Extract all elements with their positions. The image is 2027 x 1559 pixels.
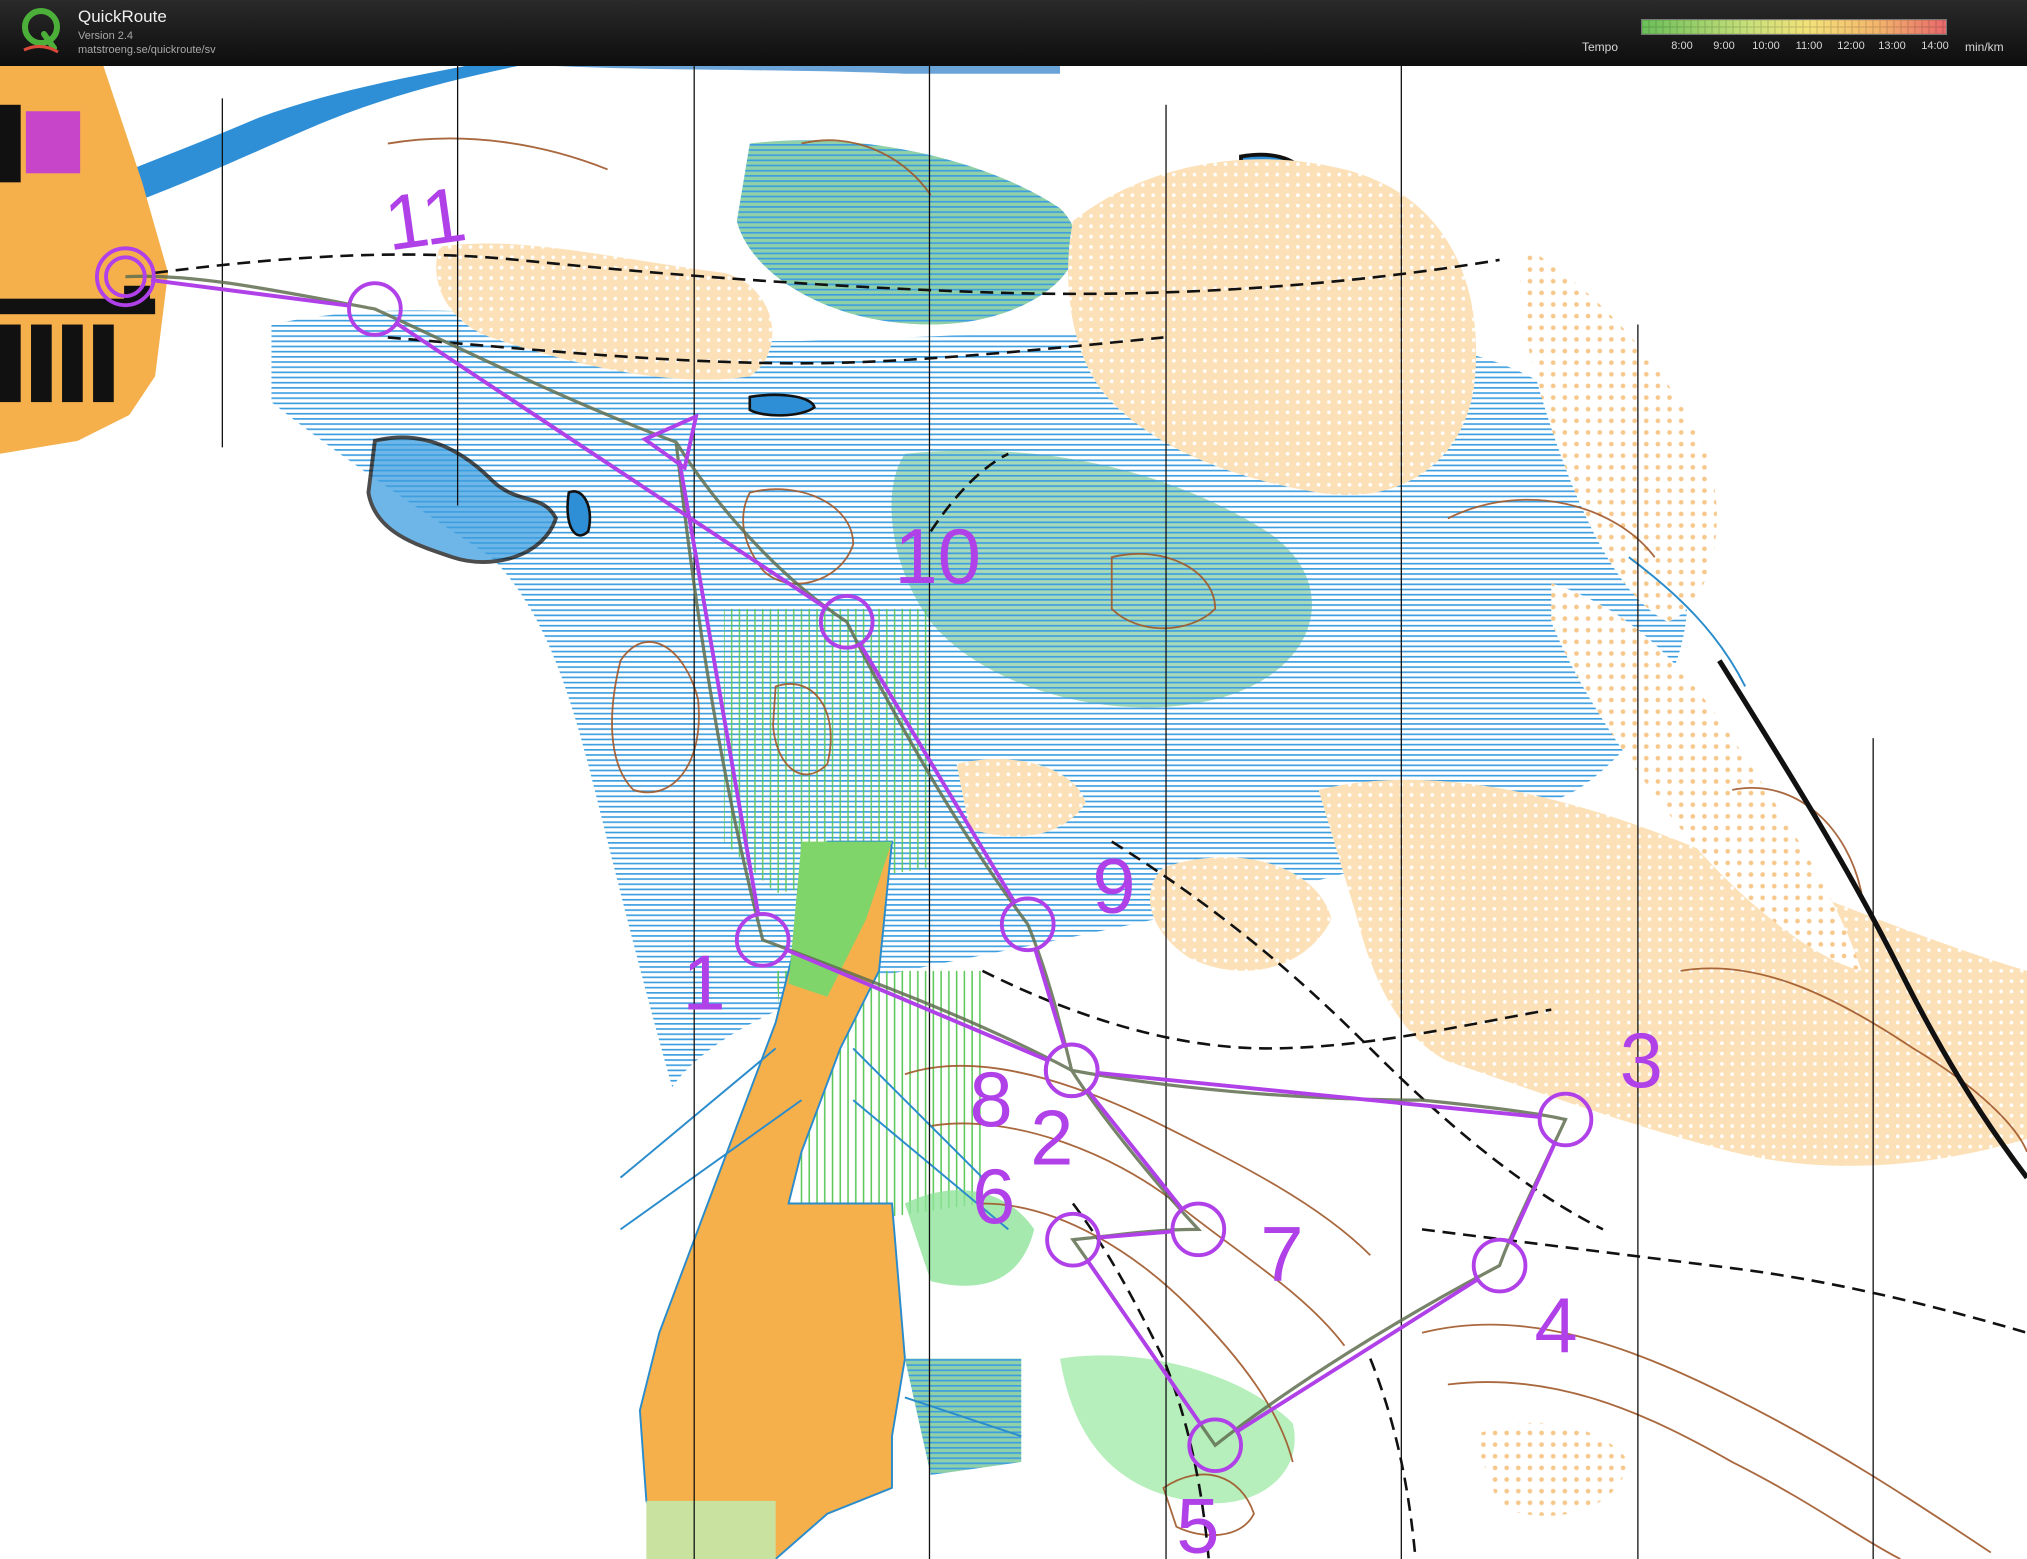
control-number-6: 6 (972, 1154, 1015, 1240)
control-number-4: 4 (1534, 1283, 1577, 1369)
app-version: Version 2.4 (78, 30, 134, 42)
pond (748, 393, 816, 417)
app-url: matstroeng.se/quickroute/sv (78, 44, 216, 56)
control-number-9: 9 (1092, 844, 1135, 930)
tempo-tick: 9:00 (1713, 40, 1735, 52)
restricted-area (25, 111, 81, 174)
tempo-tick: 10:00 (1752, 40, 1780, 52)
control-number-5: 5 (1176, 1484, 1219, 1559)
tempo-tick: 12:00 (1837, 40, 1865, 52)
tempo-tick: 14:00 (1921, 40, 1949, 52)
tempo-color-scale (1641, 19, 1947, 35)
control-number-8: 8 (970, 1057, 1013, 1143)
quickroute-logo-icon (22, 8, 60, 54)
control-number-11: 11 (380, 171, 472, 267)
app-name: QuickRoute (78, 7, 167, 26)
title-bar: QuickRoute Version 2.4 matstroeng.se/qui… (0, 0, 2027, 66)
tempo-unit: min/km (1965, 40, 2004, 54)
urban-green (646, 1500, 776, 1559)
control-number-1: 1 (683, 941, 726, 1027)
tempo-tick: 13:00 (1878, 40, 1906, 52)
control-number-3: 3 (1620, 1018, 1663, 1104)
tempo-label: Tempo (1582, 40, 1619, 54)
control-number-2: 2 (1030, 1096, 1073, 1182)
orienteering-map[interactable]: 1 2 3 4 5 6 7 8 9 10 11 (0, 66, 2027, 1559)
tempo-tick: 11:00 (1795, 40, 1823, 52)
tempo-tick: 8:00 (1671, 40, 1693, 52)
control-number-7: 7 (1260, 1212, 1303, 1298)
control-number-10: 10 (895, 514, 981, 600)
